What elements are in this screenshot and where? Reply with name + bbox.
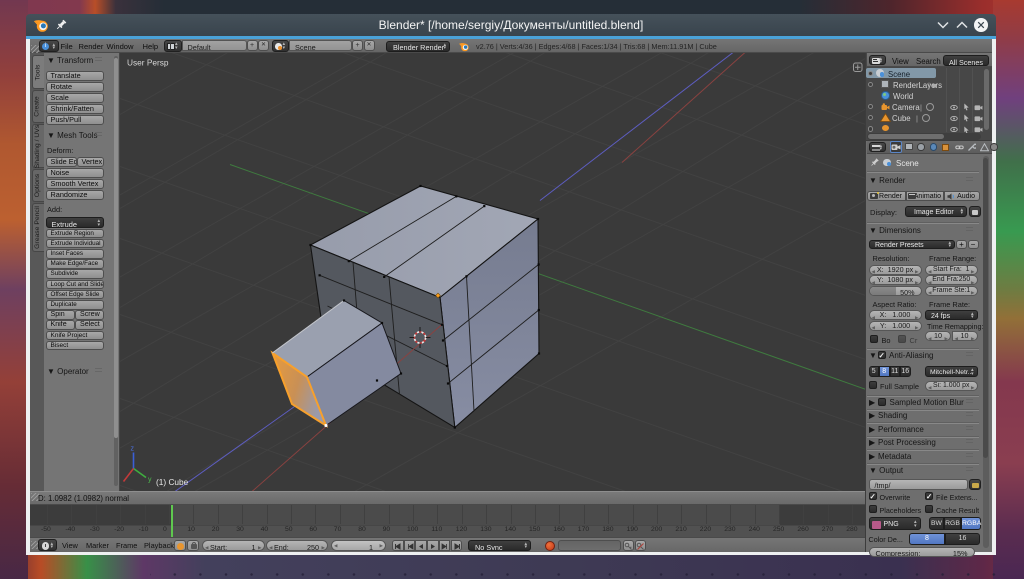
svg-text:User Persp: User Persp xyxy=(127,57,169,67)
svg-text:z: z xyxy=(131,445,135,452)
svg-text:(1) Cube: (1) Cube xyxy=(156,477,189,487)
svg-text:y: y xyxy=(148,476,152,483)
